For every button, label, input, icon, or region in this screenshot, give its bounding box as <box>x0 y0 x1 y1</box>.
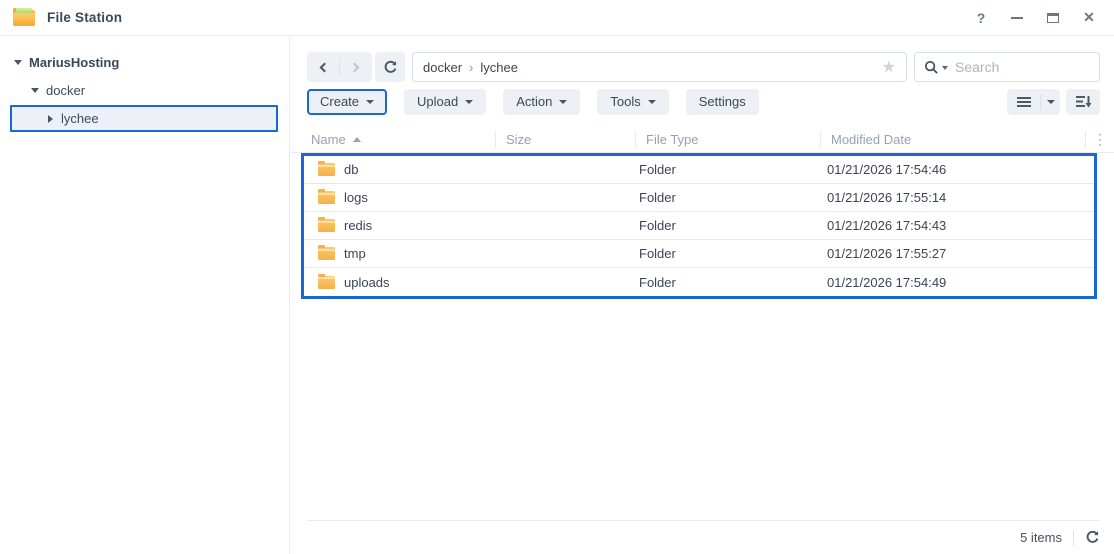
favorite-star-icon[interactable]: ★ <box>882 57 896 77</box>
navigation-bar: docker › lychee ★ <box>307 52 1100 82</box>
file-station-app-icon <box>13 7 37 28</box>
create-button[interactable]: Create <box>307 88 388 115</box>
breadcrumb-separator: › <box>469 59 474 75</box>
folder-icon <box>318 161 335 176</box>
status-refresh-button[interactable] <box>1085 530 1100 545</box>
search-options-caret-icon[interactable] <box>942 66 948 70</box>
upload-button[interactable]: Upload <box>404 88 487 115</box>
column-header-size[interactable]: Size <box>496 130 636 148</box>
button-label: Action <box>516 94 553 109</box>
column-label: Modified Date <box>831 131 912 147</box>
folder-icon <box>318 189 335 204</box>
sidebar-item-mariushosting[interactable]: MariusHosting <box>0 48 289 76</box>
maximize-icon[interactable] <box>1046 11 1060 25</box>
caret-down-icon[interactable] <box>31 87 39 93</box>
folder-icon <box>318 245 335 260</box>
caret-down-icon <box>465 100 474 104</box>
column-header-modified-date[interactable]: Modified Date <box>821 130 1086 148</box>
column-header-name[interactable]: Name <box>291 130 496 148</box>
caret-down-icon <box>1046 100 1055 104</box>
column-header-file-type[interactable]: File Type <box>636 130 821 148</box>
sort-button[interactable] <box>1066 88 1100 115</box>
refresh-button[interactable] <box>375 52 405 82</box>
caret-right-icon[interactable] <box>48 114 53 123</box>
file-name: db <box>344 162 359 177</box>
file-type: Folder <box>639 218 676 233</box>
action-button[interactable]: Action <box>503 88 581 115</box>
table-row-uploads[interactable]: uploads Folder 01/21/2026 17:54:49 <box>304 268 1094 296</box>
file-name: uploads <box>344 274 390 290</box>
table-row-logs[interactable]: logs Folder 01/21/2026 17:55:14 <box>304 184 1094 212</box>
sort-icon <box>1075 96 1091 108</box>
table-row-tmp[interactable]: tmp Folder 01/21/2026 17:55:27 <box>304 240 1094 268</box>
tree-item-label: docker <box>46 82 86 98</box>
items-count: 5 items <box>1020 530 1062 545</box>
file-name: logs <box>344 190 368 205</box>
file-name: redis <box>344 218 373 233</box>
caret-down-icon <box>647 100 656 104</box>
minimize-icon[interactable] <box>1010 11 1024 25</box>
search-box[interactable] <box>914 52 1100 82</box>
button-label: Create <box>320 94 360 109</box>
main-panel: docker › lychee ★ Create Upload Action <box>291 37 1114 554</box>
view-mode-button <box>1007 88 1060 115</box>
refresh-icon <box>384 60 396 73</box>
toolbar: Create Upload Action Tools Settings <box>307 88 1100 115</box>
column-options-icon[interactable]: ⋮ <box>1086 131 1114 148</box>
tree-item-label: lychee <box>61 111 99 126</box>
file-table-header: Name Size File Type Modified Date ⋮ <box>291 126 1114 153</box>
window-controls: ? ✕ <box>974 9 1096 26</box>
search-input[interactable] <box>955 59 1090 75</box>
file-type: Folder <box>639 246 676 261</box>
file-modified-date: 01/21/2026 17:55:14 <box>827 190 947 205</box>
chevron-left-icon <box>319 62 330 72</box>
file-name: tmp <box>344 246 366 261</box>
file-type: Folder <box>639 162 676 177</box>
search-icon <box>924 60 938 74</box>
back-button[interactable] <box>307 52 339 82</box>
title-bar: File Station ? ✕ <box>0 0 1114 36</box>
caret-down-icon <box>366 100 375 104</box>
history-buttons <box>307 52 372 82</box>
settings-button[interactable]: Settings <box>685 88 759 115</box>
caret-down-icon <box>559 100 568 104</box>
file-modified-date: 01/21/2026 17:54:43 <box>827 218 947 233</box>
tools-button[interactable]: Tools <box>597 88 669 115</box>
chevron-right-icon <box>349 62 360 72</box>
app-title: File Station <box>47 10 123 25</box>
file-modified-date: 01/21/2026 17:55:27 <box>827 246 947 261</box>
refresh-icon <box>1086 530 1099 543</box>
column-label: Name <box>311 131 346 147</box>
button-label: Upload <box>417 94 459 109</box>
folder-tree-sidebar: MariusHosting docker lychee <box>0 37 290 554</box>
breadcrumb-segment-docker[interactable]: docker <box>423 60 462 75</box>
list-view-icon <box>1016 100 1031 103</box>
folder-icon <box>318 273 335 289</box>
forward-button[interactable] <box>340 52 372 82</box>
help-icon[interactable]: ? <box>974 10 988 26</box>
sort-ascending-icon <box>352 137 361 142</box>
breadcrumb-segment-lychee[interactable]: lychee <box>480 60 518 75</box>
sidebar-item-docker[interactable]: docker <box>0 76 289 104</box>
folder-icon <box>318 217 335 232</box>
breadcrumb[interactable]: docker › lychee ★ <box>412 52 907 82</box>
button-label: Settings <box>698 94 746 109</box>
close-icon[interactable]: ✕ <box>1082 9 1096 25</box>
sidebar-item-lychee[interactable]: lychee <box>10 105 278 132</box>
button-label: Tools <box>610 94 641 109</box>
tree-item-label: MariusHosting <box>29 54 120 70</box>
column-label: Size <box>506 131 532 147</box>
table-row-db[interactable]: db Folder 01/21/2026 17:54:46 <box>304 156 1094 184</box>
status-bar: 5 items <box>307 520 1100 554</box>
column-label: File Type <box>646 131 699 147</box>
file-type: Folder <box>639 274 676 290</box>
table-row-redis[interactable]: redis Folder 01/21/2026 17:54:43 <box>304 212 1094 240</box>
file-modified-date: 01/21/2026 17:54:46 <box>827 162 947 177</box>
file-type: Folder <box>639 190 676 205</box>
file-modified-date: 01/21/2026 17:54:49 <box>827 274 947 290</box>
selected-files-group: db Folder 01/21/2026 17:54:46 logs Folde… <box>301 153 1097 299</box>
list-view-button[interactable] <box>1007 89 1040 115</box>
view-mode-caret[interactable] <box>1041 89 1060 115</box>
caret-down-icon[interactable] <box>14 59 22 65</box>
